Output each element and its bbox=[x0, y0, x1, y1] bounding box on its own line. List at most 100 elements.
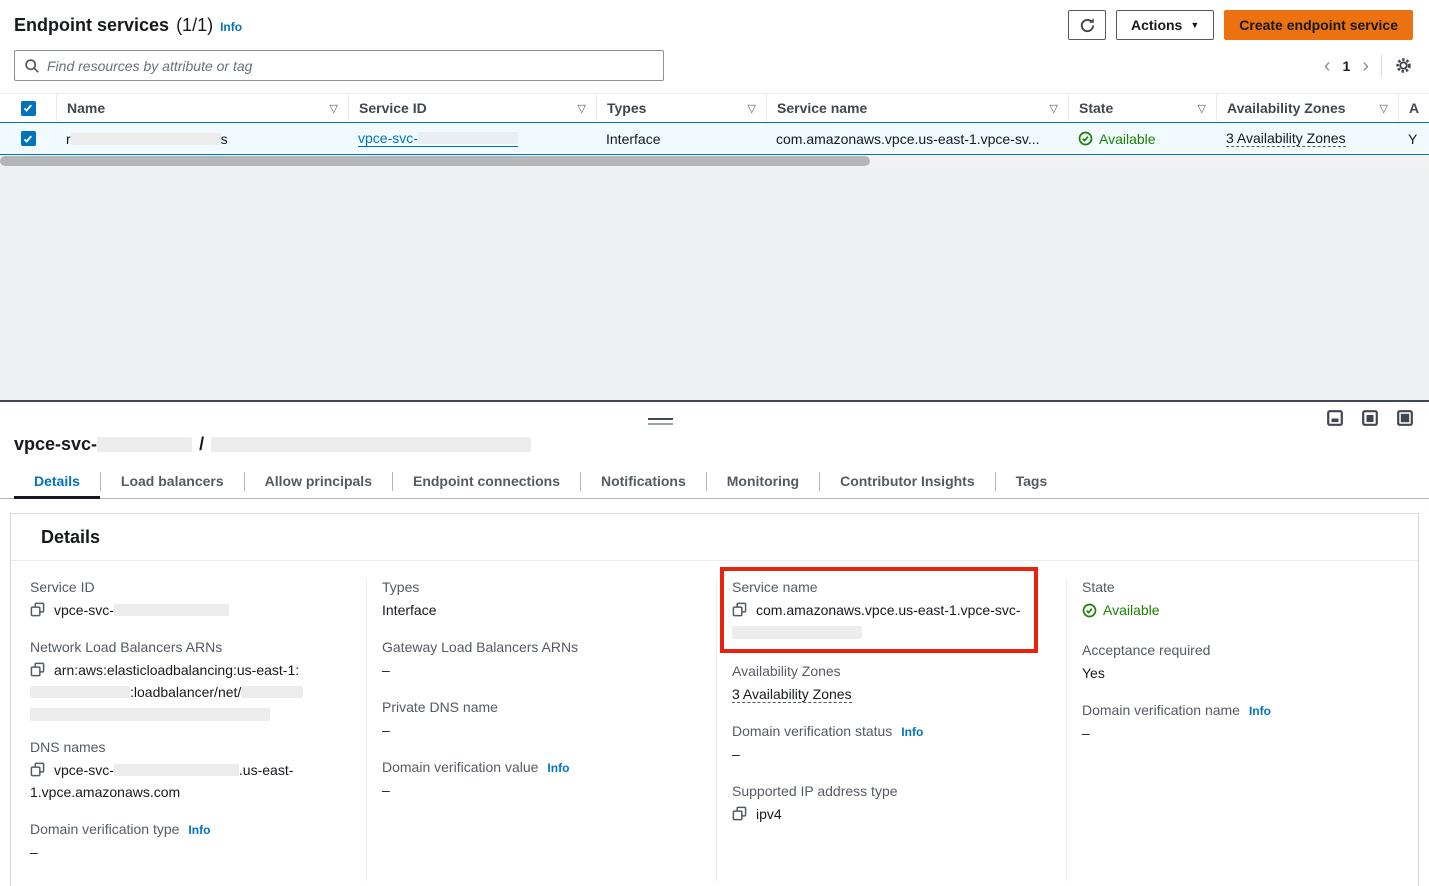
row-checkbox[interactable] bbox=[21, 131, 36, 146]
column-header-service-name[interactable]: Service name ▽ bbox=[766, 94, 1068, 122]
filter-icon[interactable]: ▽ bbox=[748, 102, 756, 115]
redacted-text bbox=[418, 132, 518, 144]
header-info-link[interactable]: Info bbox=[220, 20, 242, 34]
select-all-checkbox[interactable] bbox=[21, 101, 36, 116]
scrollbar-thumb[interactable] bbox=[0, 156, 870, 166]
search-box[interactable] bbox=[14, 50, 664, 81]
details-column-2: Types Interface Gateway Load Balancers A… bbox=[366, 579, 716, 881]
field-glb-arns: Gateway Load Balancers ARNs – bbox=[382, 639, 698, 681]
filter-icon[interactable]: ▽ bbox=[1050, 102, 1058, 115]
column-header-state[interactable]: State ▽ bbox=[1068, 94, 1216, 122]
field-value-text: vpce-svc- bbox=[54, 602, 114, 618]
field-value-text: :loadbalancer/net/ bbox=[130, 684, 241, 700]
previous-page-button[interactable]: ‹ bbox=[1324, 56, 1331, 76]
tab-details[interactable]: Details bbox=[14, 465, 100, 499]
settings-gear-icon[interactable] bbox=[1394, 56, 1413, 75]
tab-tags[interactable]: Tags bbox=[996, 465, 1068, 498]
info-link[interactable]: Info bbox=[188, 823, 210, 837]
tab-allow-principals[interactable]: Allow principals bbox=[245, 465, 392, 498]
field-value-text: – bbox=[1082, 722, 1400, 744]
field-label: Supported IP address type bbox=[732, 783, 898, 799]
acceptance-partial: Y bbox=[1408, 131, 1417, 147]
column-header-availability-zones[interactable]: Availability Zones ▽ bbox=[1216, 94, 1398, 122]
tab-contributor-insights[interactable]: Contributor Insights bbox=[820, 465, 995, 498]
service-id-link[interactable]: vpce-svc- bbox=[358, 130, 518, 147]
panel-collapse-icon[interactable] bbox=[1327, 410, 1343, 426]
search-input[interactable] bbox=[47, 58, 654, 74]
cell-availability-zones: 3 Availability Zones bbox=[1216, 123, 1398, 154]
check-circle-icon bbox=[1078, 131, 1093, 146]
service-name-value: com.amazonaws.vpce.us-east-1.vpce-sv... bbox=[776, 131, 1040, 147]
column-label: Service name bbox=[777, 100, 867, 116]
field-label: DNS names bbox=[30, 739, 105, 755]
field-service-id: Service ID vpce-svc- bbox=[30, 579, 348, 621]
field-value-text: – bbox=[382, 719, 698, 741]
resource-count: (1/1) bbox=[176, 15, 213, 36]
cell-name: rs bbox=[56, 123, 348, 154]
create-endpoint-service-button[interactable]: Create endpoint service bbox=[1224, 10, 1413, 40]
column-header-acceptance-partial[interactable]: A bbox=[1398, 94, 1429, 122]
field-acceptance-required: Acceptance required Yes bbox=[1082, 642, 1400, 684]
tab-notifications[interactable]: Notifications bbox=[581, 465, 706, 498]
field-value-text: vpce-svc- bbox=[54, 762, 114, 778]
tab-load-balancers[interactable]: Load balancers bbox=[101, 465, 244, 498]
field-supported-ip: Supported IP address type ipv4 bbox=[732, 783, 1048, 825]
tab-monitoring[interactable]: Monitoring bbox=[707, 465, 819, 498]
field-label: Domain verification value bbox=[382, 759, 538, 775]
redacted-text bbox=[732, 626, 862, 639]
panel-title-prefix: vpce-svc- bbox=[14, 434, 97, 455]
copy-icon[interactable] bbox=[30, 762, 45, 777]
title-separator: / bbox=[199, 434, 204, 455]
field-label: Domain verification name bbox=[1082, 702, 1240, 718]
redacted-text bbox=[211, 437, 531, 452]
availability-zones-link[interactable]: 3 Availability Zones bbox=[1226, 130, 1346, 147]
panel-title: vpce-svc- / bbox=[0, 402, 1429, 465]
field-value-text: – bbox=[382, 779, 698, 801]
tab-endpoint-connections[interactable]: Endpoint connections bbox=[393, 465, 580, 498]
info-link[interactable]: Info bbox=[547, 761, 569, 775]
divider bbox=[1381, 55, 1382, 77]
header-buttons: Actions ▼ Create endpoint service bbox=[1068, 10, 1413, 40]
row-checkbox-cell bbox=[0, 123, 56, 154]
field-domain-verification-name: Domain verification name Info – bbox=[1082, 702, 1400, 744]
panel-maximize-icon[interactable] bbox=[1397, 410, 1413, 426]
name-prefix: r bbox=[66, 131, 71, 147]
info-link[interactable]: Info bbox=[1249, 704, 1271, 718]
page-header: Endpoint services (1/1) Info Actions ▼ C… bbox=[0, 0, 1429, 46]
filter-icon[interactable]: ▽ bbox=[1198, 102, 1206, 115]
column-label: Name bbox=[67, 100, 105, 116]
field-value-text: Interface bbox=[382, 599, 698, 621]
actions-button[interactable]: Actions ▼ bbox=[1116, 10, 1214, 40]
filter-icon[interactable]: ▽ bbox=[330, 102, 338, 115]
redacted-text bbox=[114, 604, 229, 616]
table-row[interactable]: rs vpce-svc- Interface com.amazonaws.vpc… bbox=[0, 122, 1429, 155]
next-page-button[interactable]: › bbox=[1362, 56, 1369, 76]
field-state: State Available bbox=[1082, 579, 1400, 624]
field-label: Service name bbox=[732, 579, 818, 595]
details-column-4: State Available Acceptance required Yes … bbox=[1066, 579, 1418, 881]
copy-icon[interactable] bbox=[30, 602, 45, 617]
name-suffix: s bbox=[221, 131, 228, 147]
cell-types: Interface bbox=[596, 123, 766, 154]
details-column-3: Service name com.amazonaws.vpce.us-east-… bbox=[716, 579, 1066, 881]
availability-zones-link[interactable]: 3 Availability Zones bbox=[732, 686, 852, 703]
panel-drag-handle[interactable] bbox=[648, 418, 673, 428]
field-value-text: ipv4 bbox=[756, 806, 782, 822]
filter-icon[interactable]: ▽ bbox=[1380, 102, 1388, 115]
column-header-types[interactable]: Types ▽ bbox=[596, 94, 766, 122]
copy-icon[interactable] bbox=[732, 602, 747, 617]
details-card: Details Service ID vpce-svc- Network Loa… bbox=[10, 513, 1419, 886]
current-page[interactable]: 1 bbox=[1343, 58, 1351, 74]
refresh-button[interactable] bbox=[1068, 10, 1106, 40]
info-link[interactable]: Info bbox=[901, 725, 923, 739]
horizontal-scrollbar[interactable] bbox=[0, 155, 1429, 167]
details-grid: Service ID vpce-svc- Network Load Balanc… bbox=[11, 561, 1418, 886]
panel-split-icon[interactable] bbox=[1362, 410, 1378, 426]
page-title: Endpoint services bbox=[14, 15, 169, 36]
copy-icon[interactable] bbox=[732, 806, 747, 821]
details-card-heading: Details bbox=[11, 514, 1418, 561]
column-header-name[interactable]: Name ▽ bbox=[56, 94, 348, 122]
column-header-service-id[interactable]: Service ID ▽ bbox=[348, 94, 596, 122]
filter-icon[interactable]: ▽ bbox=[578, 102, 586, 115]
copy-icon[interactable] bbox=[30, 662, 45, 677]
